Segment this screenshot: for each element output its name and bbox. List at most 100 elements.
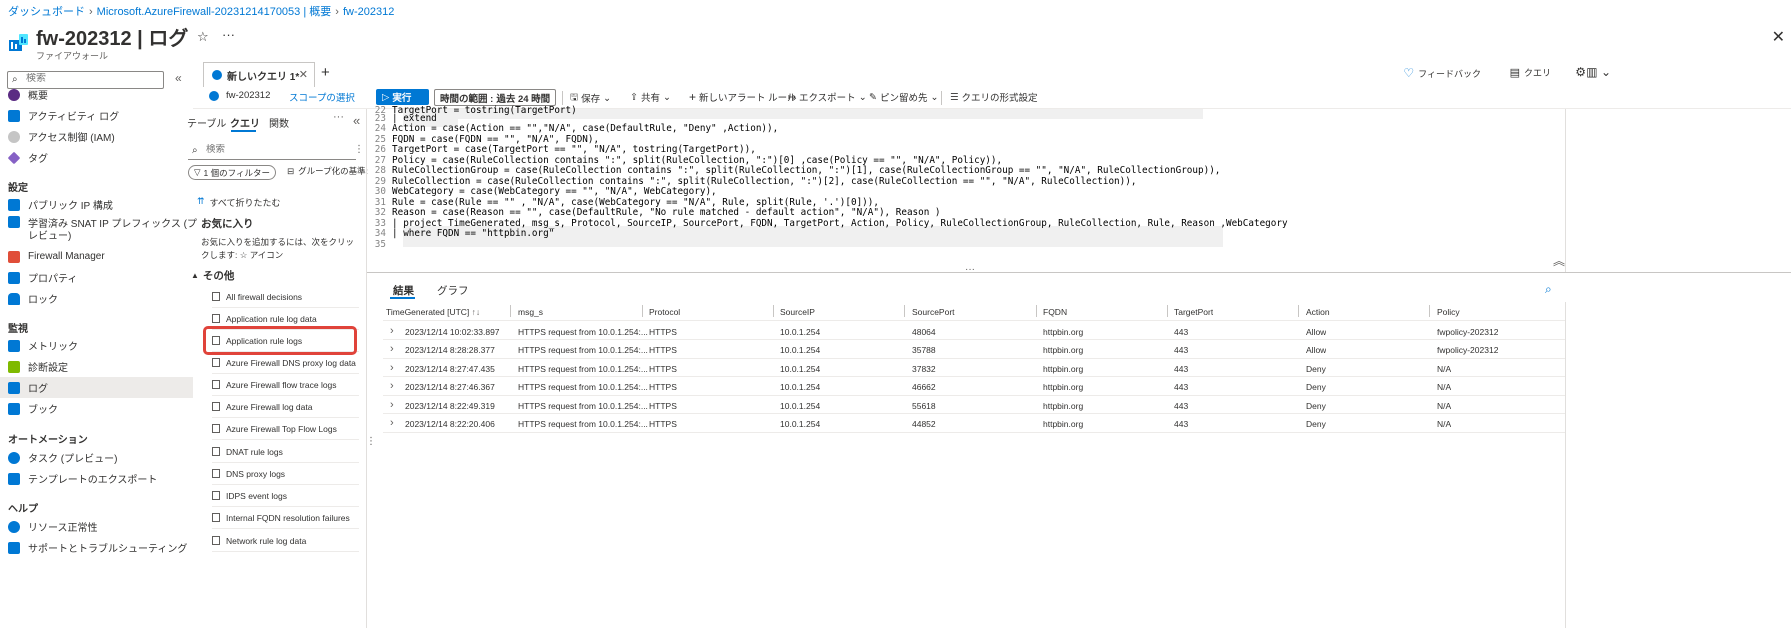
save-button[interactable]: 🖫 保存 ⌄ <box>570 90 611 106</box>
nav-item-diagnostic-settings[interactable]: 診断設定 <box>0 356 193 377</box>
chevron-double-up-icon[interactable]: ︽ <box>1553 252 1565 269</box>
column-divider[interactable] <box>1036 305 1037 317</box>
column-header-fqdn[interactable]: FQDN <box>1043 307 1067 317</box>
tab-new-query-1[interactable]: 新しいクエリ 1* ✕ <box>203 62 315 87</box>
column-divider[interactable] <box>1167 305 1168 317</box>
query-item[interactable]: Azure Firewall DNS proxy log data <box>212 352 359 374</box>
share-button[interactable]: ⇪ 共有 ⌄ <box>630 90 671 105</box>
query-search-input[interactable] <box>206 144 346 155</box>
feedback-button[interactable]: ♡ フィードバック <box>1403 66 1481 80</box>
queries-button[interactable]: ▤ クエリ <box>1510 66 1551 79</box>
query-item[interactable]: DNS proxy logs <box>212 463 359 485</box>
column-header-msg[interactable]: msg_s <box>518 307 543 317</box>
table-row[interactable]: › 2023/12/14 10:02:33.897 HTTPS request fr… <box>383 322 1565 340</box>
expand-row-icon[interactable]: › <box>390 417 394 429</box>
breadcrumb-firewall[interactable]: fw-202312 <box>343 6 394 18</box>
more-icon[interactable]: ··· <box>222 27 235 42</box>
nav-item-firewall-manager[interactable]: Firewall Manager <box>0 246 193 267</box>
gear-icon[interactable]: ⚙ <box>1575 65 1586 79</box>
export-button[interactable]: ↦ エクスポート ⌄ <box>788 90 867 105</box>
nav-item-resource-health[interactable]: リソース正常性 <box>0 516 193 537</box>
column-header-protocol[interactable]: Protocol <box>649 307 680 317</box>
new-alert-rule-button[interactable]: + 新しいアラート ルール <box>689 90 797 104</box>
book-icon[interactable]: ▥ ⌄ <box>1586 65 1611 79</box>
splitter-grip-icon[interactable]: ··· <box>965 264 975 275</box>
column-divider[interactable] <box>773 305 774 317</box>
close-tab-icon[interactable]: ✕ <box>299 68 308 81</box>
search-icon[interactable]: ⌕ <box>1545 282 1552 297</box>
close-icon[interactable]: ✕ <box>1772 27 1785 47</box>
expand-row-icon[interactable]: › <box>390 380 394 392</box>
collapse-all-button[interactable]: ⇈ すべて折りたたむ <box>197 196 281 209</box>
expand-row-icon[interactable]: › <box>390 325 394 337</box>
query-item[interactable]: DNAT rule logs <box>212 441 359 463</box>
breadcrumb-firewall-deployment[interactable]: Microsoft.AzureFirewall-20231214170053 |… <box>97 6 332 18</box>
table-row[interactable]: › 2023/12/14 8:27:47.435 HTTPS request fro… <box>383 359 1565 377</box>
nav-item-logs[interactable]: ログ <box>0 377 193 398</box>
nav-item-public-ip[interactable]: パブリック IP 構成 <box>0 194 193 215</box>
query-item[interactable]: Network rule log data <box>212 530 359 552</box>
table-row[interactable]: › 2023/12/14 8:28:28.377 HTTPS request fro… <box>383 340 1565 359</box>
format-query-button[interactable]: ☰ クエリの形式設定 <box>950 90 1038 105</box>
star-icon[interactable]: ☆ <box>197 29 209 45</box>
query-item[interactable]: Azure Firewall Top Flow Logs <box>212 418 359 440</box>
tab-results[interactable]: 結果 <box>393 283 414 298</box>
filter-chip[interactable]: ▽ 1 個のフィルター <box>188 165 276 180</box>
column-header-policy[interactable]: Policy <box>1437 307 1460 317</box>
more-vertical-icon[interactable]: ⋮ <box>354 144 364 155</box>
add-tab-icon[interactable]: + <box>321 64 330 81</box>
tab-chart[interactable]: グラフ <box>437 283 469 298</box>
breadcrumb-dashboard[interactable]: ダッシュボード <box>8 6 85 18</box>
nav-item-export-template[interactable]: テンプレートのエクスポート <box>0 468 193 489</box>
results-splitter[interactable] <box>367 272 1791 273</box>
pin-to-button[interactable]: ✎ ピン留め先 ⌄ <box>869 90 938 105</box>
expand-row-icon[interactable]: › <box>390 399 394 411</box>
column-divider[interactable] <box>1429 305 1430 317</box>
query-item[interactable]: Internal FQDN resolution failures <box>212 507 359 529</box>
more-icon[interactable]: ··· <box>333 111 344 123</box>
other-heading[interactable]: ▲ その他 <box>191 268 234 283</box>
nav-item-properties[interactable]: プロパティ <box>0 267 193 288</box>
query-item[interactable]: Azure Firewall flow trace logs <box>212 374 359 396</box>
expand-row-icon[interactable]: › <box>390 362 394 374</box>
tab-tables[interactable]: テーブル <box>187 115 226 130</box>
collapse-pane-icon[interactable]: « <box>353 113 360 128</box>
nav-item-locks[interactable]: ロック <box>0 288 193 309</box>
column-divider[interactable] <box>904 305 905 317</box>
nav-item-support[interactable]: サポートとトラブルシューティング <box>0 537 193 558</box>
nav-item-metrics[interactable]: メトリック <box>0 335 193 356</box>
query-item[interactable]: Azure Firewall log data <box>212 396 359 418</box>
column-divider[interactable] <box>1298 305 1299 317</box>
nav-item-tags[interactable]: タグ <box>0 147 193 168</box>
results-scrollbar[interactable] <box>1565 302 1566 628</box>
select-scope-link[interactable]: スコープの選択 <box>289 90 355 104</box>
column-header-sourceip[interactable]: SourceIP <box>780 307 815 317</box>
collapse-menu-icon[interactable]: « <box>175 71 182 85</box>
query-item[interactable]: All firewall decisions <box>212 286 359 308</box>
tab-functions[interactable]: 関数 <box>269 115 289 130</box>
nav-item-overview[interactable]: 概要 <box>0 84 193 105</box>
column-header-timegenerated[interactable]: TimeGenerated [UTC] ↑↓ <box>386 307 480 317</box>
menu-search-input[interactable] <box>26 73 156 84</box>
time-range-picker[interactable]: 時間の範囲 : 過去 24 時間 <box>434 89 556 106</box>
editor-scrollbar[interactable] <box>1565 109 1566 272</box>
table-row[interactable]: › 2023/12/14 8:22:49.319 HTTPS request fro… <box>383 396 1565 414</box>
nav-item-iam[interactable]: アクセス制御 (IAM) <box>0 126 193 147</box>
group-by-selector[interactable]: ⊟ グループ化の基準: <box>287 165 368 177</box>
column-divider[interactable] <box>642 305 643 317</box>
expand-row-icon[interactable]: › <box>390 343 394 355</box>
column-divider[interactable] <box>510 305 511 317</box>
nav-item-activity-log[interactable]: アクティビティ ログ <box>0 105 193 126</box>
nav-item-tasks[interactable]: タスク (プレビュー) <box>0 447 193 468</box>
nav-item-workbooks[interactable]: ブック <box>0 398 193 419</box>
table-row[interactable]: › 2023/12/14 8:22:20.406 HTTPS request fro… <box>383 414 1565 433</box>
run-button[interactable]: ▷ 実行 <box>376 89 429 105</box>
column-header-targetport[interactable]: TargetPort <box>1174 307 1213 317</box>
tab-queries[interactable]: クエリ <box>230 115 260 130</box>
query-editor[interactable]: 22 TargetPort = tostring(TargetPort) 23 | … <box>367 105 1791 272</box>
query-item[interactable]: IDPS event logs <box>212 485 359 507</box>
query-search[interactable]: ⌕ <box>188 143 356 160</box>
splitter-grip-icon[interactable]: ⋮ <box>366 436 376 447</box>
column-header-sourceport[interactable]: SourcePort <box>912 307 955 317</box>
column-header-action[interactable]: Action <box>1306 307 1330 317</box>
